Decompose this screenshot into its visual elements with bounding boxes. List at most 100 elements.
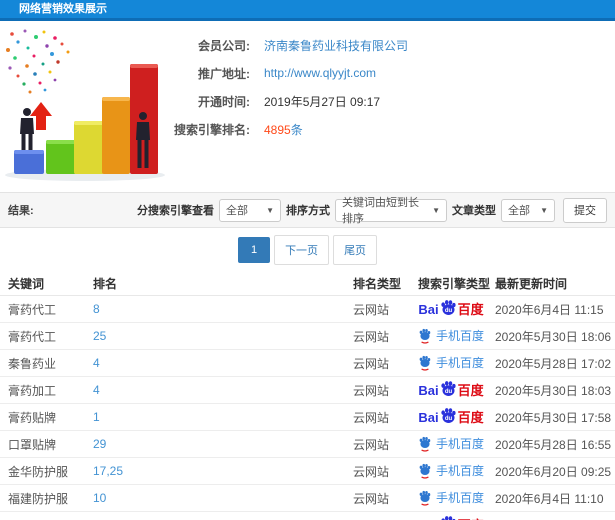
next-page-button[interactable]: 下一页 xyxy=(274,235,330,265)
keyword-cell: 膏药代工 xyxy=(0,322,93,350)
filter-controls: 分搜索引擎查看 全部 ▼ 排序方式 关键词由短到长排序 ▼ 文章类型 全部 ▼ … xyxy=(132,197,607,225)
header-engine: 搜索引擎类型 xyxy=(418,272,495,296)
header-rank-type: 排名类型 xyxy=(353,272,418,296)
article-type-value: 全部 xyxy=(508,205,530,217)
mobile-baidu-paw-icon xyxy=(419,436,431,452)
baidu-pc-logo: Bai du 百度 xyxy=(418,299,484,318)
svg-text:du: du xyxy=(444,389,452,395)
engine-cell: Bai du 百度 xyxy=(418,349,495,377)
rank-link[interactable]: 8 xyxy=(93,302,100,316)
engine-cell: Bai du 百度 xyxy=(418,484,495,512)
engine-cell: Bai du 百度 xyxy=(418,430,495,458)
info-row-url: 推广地址: http://www.qlyyjt.com xyxy=(150,59,610,87)
sort-select[interactable]: 关键词由短到长排序 ▼ xyxy=(335,197,447,225)
opened-value: 2019年5月27日 09:17 xyxy=(264,94,381,109)
rank-count: 4895 xyxy=(264,122,291,137)
rank-unit: 条 xyxy=(290,122,303,137)
updated-cell: 2020年5月30日 17:58 xyxy=(495,403,615,431)
chevron-down-icon: ▼ xyxy=(432,205,440,215)
baidu-paw-icon: du xyxy=(440,407,456,423)
table-row: 口罩贴牌 29 云网站 Bai du 百度 xyxy=(0,430,615,458)
submit-button[interactable]: 提交 xyxy=(563,197,607,223)
updated-cell: 2020年6月20日 09:25 xyxy=(495,457,615,485)
sort-label: 排序方式 xyxy=(286,205,330,217)
keyword-cell: 秦鲁药业 xyxy=(0,349,93,377)
updated-cell: 2020年6月4日 11:10 xyxy=(495,484,615,512)
keyword-cell: 膏药代工 xyxy=(0,295,93,323)
confetti-dots xyxy=(6,29,70,94)
table-row: 金华防护服 17,25 云网站 Bai du 百度 xyxy=(0,457,615,485)
baidu-paw-icon: du xyxy=(440,380,456,396)
header-updated: 最新更新时间 xyxy=(495,272,615,296)
rank-link[interactable]: 29 xyxy=(93,437,106,451)
engine-cell: Bai du 百度 xyxy=(418,376,495,404)
member-info-panel: 会员公司: 济南秦鲁药业科技有限公司 推广地址: http://www.qlyy… xyxy=(150,31,610,143)
engine-cell: Bai du 百度 xyxy=(418,457,495,485)
baidu-pc-logo: Bai du 百度 xyxy=(418,407,484,426)
opened-label: 开通时间: xyxy=(198,94,250,109)
keyword-cell: 膏药加工 xyxy=(0,376,93,404)
hero-section: 会员公司: 济南秦鲁药业科技有限公司 推广地址: http://www.qlyy… xyxy=(0,21,615,192)
filter-bar: 结果: 分搜索引擎查看 全部 ▼ 排序方式 关键词由短到长排序 ▼ 文章类型 全… xyxy=(0,192,615,228)
last-page-button[interactable]: 尾页 xyxy=(333,235,378,265)
engine-filter-select[interactable]: 全部 ▼ xyxy=(219,198,281,222)
promo-url-link[interactable]: http://www.qlyyjt.com xyxy=(264,66,376,80)
rank-link[interactable]: 17,25 xyxy=(93,464,123,478)
table-row: 膏药加工 4 云网站 Bai du 百度 2020年5月30日 18:03 xyxy=(0,376,615,404)
rank-cell: 8 xyxy=(93,295,353,323)
keyword-cell: 口罩贴牌 xyxy=(0,430,93,458)
baidu-mobile-logo: 手机百度 xyxy=(418,490,484,506)
engine-filter-value: 全部 xyxy=(226,205,248,217)
table-row: 膏药代工 25 云网站 Bai du 百度 xyxy=(0,322,615,350)
baidu-mobile-logo: 手机百度 xyxy=(418,355,484,371)
results-table: 关键词 排名 排名类型 搜索引擎类型 最新更新时间 膏药代工 8 云网站 Bai xyxy=(0,272,615,520)
rank-link[interactable]: 1 xyxy=(93,410,100,424)
header-keyword: 关键词 xyxy=(0,272,93,296)
rank-cell: 17,25 xyxy=(93,457,353,485)
table-row: 膏药代工 8 云网站 Bai du 百度 2020年6月4日 11:15 xyxy=(0,295,615,323)
results-tbody-partial: Bai du 百度 xyxy=(0,511,615,520)
article-type-select[interactable]: 全部 ▼ xyxy=(501,198,555,222)
svg-text:du: du xyxy=(444,416,452,422)
article-type-label: 文章类型 xyxy=(452,205,496,217)
updated-cell: 2020年5月28日 16:55 xyxy=(495,430,615,458)
rank-link[interactable]: 4 xyxy=(93,383,100,397)
page-button-1[interactable]: 1 xyxy=(237,237,271,263)
engine-cell: Bai du 百度 xyxy=(418,322,495,350)
info-row-rank: 搜索引擎排名: 4895条 xyxy=(150,115,610,143)
mobile-baidu-paw-icon xyxy=(419,328,431,344)
info-row-opened: 开通时间: 2019年5月27日 09:17 xyxy=(150,87,610,115)
rank-link[interactable]: 10 xyxy=(93,491,106,505)
svg-text:du: du xyxy=(444,308,452,314)
baidu-pc-logo: Bai du 百度 xyxy=(418,515,484,520)
pagination: 1 下一页 尾页 xyxy=(0,228,615,272)
rank-link[interactable]: 4 xyxy=(93,356,100,370)
page: 网络营销效果展示 会员公司: 济南秦鲁药业科技有限公司 推广地址: http:/… xyxy=(0,0,615,520)
rank-cell: 29 xyxy=(93,430,353,458)
promo-bar-chart-image xyxy=(5,29,165,181)
rank-cell: 4 xyxy=(93,376,353,404)
rank-cell: 25 xyxy=(93,322,353,350)
baidu-mobile-logo: 手机百度 xyxy=(418,328,484,344)
engine-cell: Bai du 百度 xyxy=(418,403,495,431)
table-row: 膏药贴牌 1 云网站 Bai du 百度 2020年5月30日 17:58 xyxy=(0,403,615,431)
rank-cell: 1 xyxy=(93,403,353,431)
rank-cell: 4 xyxy=(93,349,353,377)
header-rank: 排名 xyxy=(93,272,353,296)
updated-cell: 2020年5月30日 18:06 xyxy=(495,322,615,350)
baidu-mobile-logo: 手机百度 xyxy=(418,463,484,479)
info-row-company: 会员公司: 济南秦鲁药业科技有限公司 xyxy=(150,31,610,59)
sort-value: 关键词由短到长排序 xyxy=(342,197,419,225)
bar-chart-bars xyxy=(14,64,158,174)
result-label: 结果: xyxy=(8,205,34,217)
company-link[interactable]: 济南秦鲁药业科技有限公司 xyxy=(264,37,408,54)
engine-cell: Bai du 百度 xyxy=(418,295,495,323)
table-row: 福建防护服 10 云网站 Bai du 百度 xyxy=(0,484,615,512)
table-row: 秦鲁药业 4 云网站 Bai du 百度 xyxy=(0,349,615,377)
page-title: 网络营销效果展示 xyxy=(19,3,107,15)
updated-cell: 2020年5月28日 17:02 xyxy=(495,349,615,377)
chevron-down-icon: ▼ xyxy=(266,205,274,215)
company-label: 会员公司: xyxy=(198,38,250,53)
rank-link[interactable]: 25 xyxy=(93,329,106,343)
table-row-partial: Bai du 百度 xyxy=(0,511,615,520)
